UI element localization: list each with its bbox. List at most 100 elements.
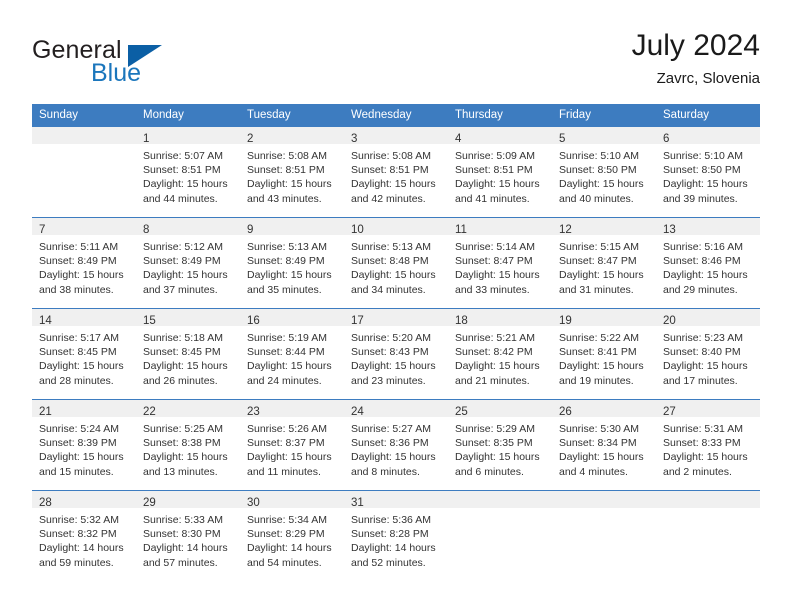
day-detail-line: Sunrise: 5:10 AM [663,150,743,162]
day-detail-line: and 11 minutes. [247,465,321,478]
day-number: 12 [559,224,572,236]
calendar-day-cell[interactable]: 16 Sunrise: 5:19 AM Sunset: 8:44 PM Dayligh… [240,308,344,400]
day-number-band: 2 [240,127,344,145]
day-details: Sunrise: 5:08 AM Sunset: 8:51 PM Daylight:… [344,144,448,206]
calendar-day-cell[interactable]: 29 Sunrise: 5:33 AM Sunset: 8:30 PM Dayligh… [136,490,240,581]
calendar-day-cell[interactable]: 22 Sunrise: 5:25 AM Sunset: 8:38 PM Dayligh… [136,399,240,491]
day-detail-line: Sunset: 8:48 PM [351,255,429,268]
day-detail-line: Sunrise: 5:25 AM [143,423,223,435]
day-number-band: 6 [656,127,760,145]
day-number-band: 17 [344,309,448,327]
calendar-day-cell[interactable]: 12 Sunrise: 5:15 AM Sunset: 8:47 PM Dayligh… [552,217,656,309]
day-detail-line: Daylight: 15 hours [143,178,228,191]
calendar-day-cell[interactable]: 9 Sunrise: 5:13 AM Sunset: 8:49 PM Daylight… [240,217,344,309]
day-detail-line: Daylight: 15 hours [351,269,436,282]
day-detail-line: Sunset: 8:44 PM [247,346,325,359]
day-details: Sunrise: 5:12 AM Sunset: 8:49 PM Daylight:… [136,235,240,297]
day-detail-line: Sunset: 8:45 PM [39,346,117,359]
calendar-day-cell[interactable]: 2 Sunrise: 5:08 AM Sunset: 8:51 PM Daylight… [240,126,344,218]
calendar-day-cell[interactable]: 6 Sunrise: 5:10 AM Sunset: 8:50 PM Daylight… [656,126,760,218]
day-details: Sunrise: 5:23 AM Sunset: 8:40 PM Daylight:… [656,326,760,388]
day-number: 15 [143,315,156,327]
calendar-day-cell[interactable]: 25 Sunrise: 5:29 AM Sunset: 8:35 PM Dayligh… [448,399,552,491]
day-detail-line: Sunset: 8:50 PM [559,164,637,177]
weekday-header-saturday: Saturday [656,104,760,127]
day-details: Sunrise: 5:26 AM Sunset: 8:37 PM Daylight:… [240,417,344,479]
day-number-band: 15 [136,309,240,327]
day-details [32,144,136,149]
day-detail-line: Daylight: 15 hours [351,451,436,464]
calendar-day-cell[interactable]: 1 Sunrise: 5:07 AM Sunset: 8:51 PM Daylight… [136,126,240,218]
weekday-header-tuesday: Tuesday [240,104,344,127]
day-detail-line: Sunrise: 5:22 AM [559,332,639,344]
day-number: 13 [663,224,676,236]
calendar-day-cell[interactable]: 24 Sunrise: 5:27 AM Sunset: 8:36 PM Dayligh… [344,399,448,491]
day-number: 19 [559,315,572,327]
calendar-day-cell[interactable]: 31 Sunrise: 5:36 AM Sunset: 8:28 PM Dayligh… [344,490,448,581]
calendar-day-cell[interactable]: 10 Sunrise: 5:13 AM Sunset: 8:48 PM Dayligh… [344,217,448,309]
calendar-day-cell-empty [552,490,656,581]
day-number-band: 24 [344,400,448,418]
day-detail-line: and 41 minutes. [455,192,530,205]
day-details: Sunrise: 5:22 AM Sunset: 8:41 PM Daylight:… [552,326,656,388]
calendar-day-cell[interactable]: 21 Sunrise: 5:24 AM Sunset: 8:39 PM Dayligh… [32,399,136,491]
day-number: 6 [663,133,670,145]
day-detail-line: Sunrise: 5:16 AM [663,241,743,253]
day-detail-line: Sunset: 8:37 PM [247,437,325,450]
day-details: Sunrise: 5:29 AM Sunset: 8:35 PM Daylight:… [448,417,552,479]
calendar-day-cell[interactable]: 5 Sunrise: 5:10 AM Sunset: 8:50 PM Daylight… [552,126,656,218]
day-number-band: 20 [656,309,760,327]
day-number: 4 [455,133,462,145]
day-number-band: 29 [136,491,240,509]
day-detail-line: and 28 minutes. [39,374,114,387]
day-detail-line: Sunrise: 5:18 AM [143,332,223,344]
day-detail-line: Daylight: 14 hours [351,542,436,555]
day-detail-line: Daylight: 15 hours [39,451,124,464]
calendar-day-cell[interactable]: 30 Sunrise: 5:34 AM Sunset: 8:29 PM Dayligh… [240,490,344,581]
calendar-day-cell[interactable]: 3 Sunrise: 5:08 AM Sunset: 8:51 PM Daylight… [344,126,448,218]
weekday-header-friday: Friday [552,104,656,127]
day-details: Sunrise: 5:31 AM Sunset: 8:33 PM Daylight:… [656,417,760,479]
day-detail-line: Sunset: 8:50 PM [663,164,741,177]
calendar-week-row: 7 Sunrise: 5:11 AM Sunset: 8:49 PM Daylight… [32,217,760,309]
day-detail-line: Daylight: 15 hours [663,269,748,282]
day-number: 31 [351,497,364,509]
day-detail-line: Daylight: 15 hours [143,269,228,282]
calendar-day-cell[interactable]: 27 Sunrise: 5:31 AM Sunset: 8:33 PM Dayligh… [656,399,760,491]
day-details: Sunrise: 5:20 AM Sunset: 8:43 PM Daylight:… [344,326,448,388]
calendar-day-cell[interactable]: 28 Sunrise: 5:32 AM Sunset: 8:32 PM Dayligh… [32,490,136,581]
day-number-band: 19 [552,309,656,327]
calendar-day-cell[interactable]: 13 Sunrise: 5:16 AM Sunset: 8:46 PM Dayligh… [656,217,760,309]
day-detail-line: Sunset: 8:34 PM [559,437,637,450]
calendar-day-cell[interactable]: 23 Sunrise: 5:26 AM Sunset: 8:37 PM Dayligh… [240,399,344,491]
day-detail-line: and 38 minutes. [39,283,114,296]
day-detail-line: Sunrise: 5:08 AM [247,150,327,162]
day-details: Sunrise: 5:36 AM Sunset: 8:28 PM Daylight:… [344,508,448,570]
calendar-week-row: 28 Sunrise: 5:32 AM Sunset: 8:32 PM Dayligh… [32,490,760,581]
day-detail-line: Sunrise: 5:23 AM [663,332,743,344]
day-details: Sunrise: 5:07 AM Sunset: 8:51 PM Daylight:… [136,144,240,206]
calendar-day-cell[interactable]: 15 Sunrise: 5:18 AM Sunset: 8:45 PM Dayligh… [136,308,240,400]
calendar-day-cell[interactable]: 7 Sunrise: 5:11 AM Sunset: 8:49 PM Daylight… [32,217,136,309]
calendar-day-cell[interactable]: 8 Sunrise: 5:12 AM Sunset: 8:49 PM Daylight… [136,217,240,309]
calendar-day-cell[interactable]: 11 Sunrise: 5:14 AM Sunset: 8:47 PM Dayligh… [448,217,552,309]
day-detail-line: Sunset: 8:51 PM [455,164,533,177]
day-detail-line: and 13 minutes. [143,465,218,478]
day-details: Sunrise: 5:21 AM Sunset: 8:42 PM Daylight:… [448,326,552,388]
day-details: Sunrise: 5:17 AM Sunset: 8:45 PM Daylight:… [32,326,136,388]
day-details: Sunrise: 5:18 AM Sunset: 8:45 PM Daylight:… [136,326,240,388]
calendar-day-cell[interactable]: 20 Sunrise: 5:23 AM Sunset: 8:40 PM Dayligh… [656,308,760,400]
weekday-header-wednesday: Wednesday [344,104,448,127]
day-number: 9 [247,224,254,236]
calendar-day-cell[interactable]: 14 Sunrise: 5:17 AM Sunset: 8:45 PM Dayligh… [32,308,136,400]
calendar-day-cell[interactable]: 19 Sunrise: 5:22 AM Sunset: 8:41 PM Dayligh… [552,308,656,400]
day-number-band: 30 [240,491,344,509]
calendar-day-cell[interactable]: 17 Sunrise: 5:20 AM Sunset: 8:43 PM Dayligh… [344,308,448,400]
calendar-day-cell[interactable]: 26 Sunrise: 5:30 AM Sunset: 8:34 PM Dayligh… [552,399,656,491]
calendar-day-cell[interactable]: 4 Sunrise: 5:09 AM Sunset: 8:51 PM Daylight… [448,126,552,218]
day-number-band: 3 [344,127,448,145]
brand-logo[interactable]: General Blue [32,32,252,94]
day-detail-line: Sunrise: 5:31 AM [663,423,743,435]
calendar-day-cell[interactable]: 18 Sunrise: 5:21 AM Sunset: 8:42 PM Dayligh… [448,308,552,400]
day-detail-line: Daylight: 15 hours [143,360,228,373]
